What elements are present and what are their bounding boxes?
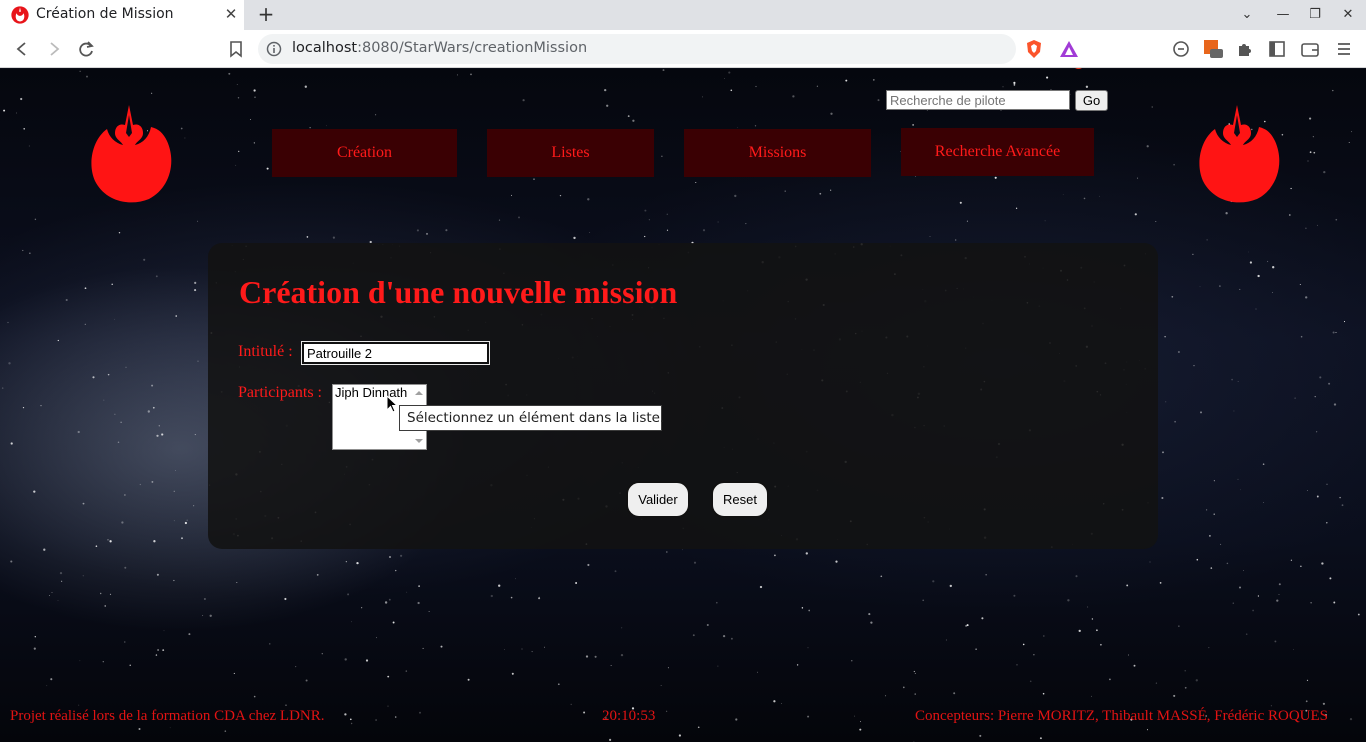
participants-label: Participants : — [238, 384, 322, 401]
restore-icon[interactable]: ❐ — [1304, 4, 1326, 26]
scroll-up-icon[interactable] — [415, 391, 423, 395]
brave-shields-icon[interactable] — [1023, 38, 1045, 60]
brave-rewards-icon[interactable] — [1058, 38, 1080, 60]
url-text: localhost:8080/StarWars/creationMission — [292, 40, 587, 56]
minimize-icon[interactable]: — — [1272, 4, 1294, 26]
page-content: Go Création Listes Missions Recherche Av… — [0, 69, 1366, 742]
browser-toolbar: localhost:8080/StarWars/creationMission … — [0, 30, 1366, 81]
url-host: localhost — [292, 40, 358, 56]
close-tab-icon[interactable]: ✕ — [222, 5, 240, 23]
new-tab-button[interactable]: + — [256, 3, 276, 25]
reset-button[interactable]: Reset — [711, 481, 769, 518]
bookmark-icon[interactable] — [225, 38, 247, 60]
browser-tab[interactable]: Création de Mission ✕ — [0, 0, 244, 30]
site-info-icon[interactable] — [266, 41, 282, 57]
browser-tab-strip: Création de Mission ✕ + ⌄ — ❐ ✕ — [0, 0, 1366, 30]
puzzle-icon[interactable] — [1234, 38, 1256, 60]
rebel-alliance-icon — [1199, 105, 1280, 203]
mouse-cursor-icon — [386, 395, 398, 413]
scroll-down-icon[interactable] — [415, 439, 423, 443]
rebel-alliance-favicon — [11, 6, 29, 24]
intitule-input[interactable] — [301, 341, 490, 365]
window-close-icon[interactable]: ✕ — [1337, 4, 1359, 26]
pilot-search-input[interactable] — [886, 90, 1070, 110]
vpn-icon[interactable] — [1170, 38, 1192, 60]
footer-clock: 20:10:53 — [602, 708, 656, 724]
footer-credits: Concepteurs: Pierre MORITZ, Thibault MAS… — [915, 708, 1329, 724]
url-path: :8080/StarWars/creationMission — [357, 40, 588, 56]
reload-icon[interactable] — [75, 38, 97, 60]
rebel-alliance-icon — [91, 105, 172, 203]
forward-icon[interactable] — [43, 38, 65, 60]
sidebar-icon[interactable] — [1266, 38, 1288, 60]
wallet-icon[interactable] — [1299, 38, 1321, 60]
nav-listes[interactable]: Listes — [487, 129, 654, 177]
validation-tooltip: Sélectionnez un élément dans la liste. — [399, 405, 664, 431]
page-title: Création d'une nouvelle mission — [239, 274, 678, 310]
intitule-label: Intitulé : — [238, 343, 293, 360]
rebel-logo-right — [1187, 103, 1287, 207]
tab-title: Création de Mission — [36, 6, 174, 22]
address-bar[interactable]: localhost:8080/StarWars/creationMission — [258, 34, 1016, 64]
valider-button[interactable]: Valider — [626, 481, 690, 518]
footer-project-note: Projet réalisé lors de la formation CDA … — [10, 708, 325, 724]
nav-recherche-avancee[interactable]: Recherche Avancée — [901, 128, 1094, 176]
tab-list-chevron-icon[interactable]: ⌄ — [1236, 4, 1258, 26]
menu-icon[interactable] — [1333, 38, 1355, 60]
back-icon[interactable] — [11, 38, 33, 60]
mission-form-panel: Création d'une nouvelle mission Intitulé… — [208, 243, 1158, 549]
extension-off-icon[interactable] — [1202, 38, 1224, 60]
nav-missions[interactable]: Missions — [684, 129, 871, 177]
search-go-button[interactable]: Go — [1075, 90, 1108, 111]
nav-creation[interactable]: Création — [272, 129, 457, 177]
rebel-logo-left — [79, 103, 179, 207]
